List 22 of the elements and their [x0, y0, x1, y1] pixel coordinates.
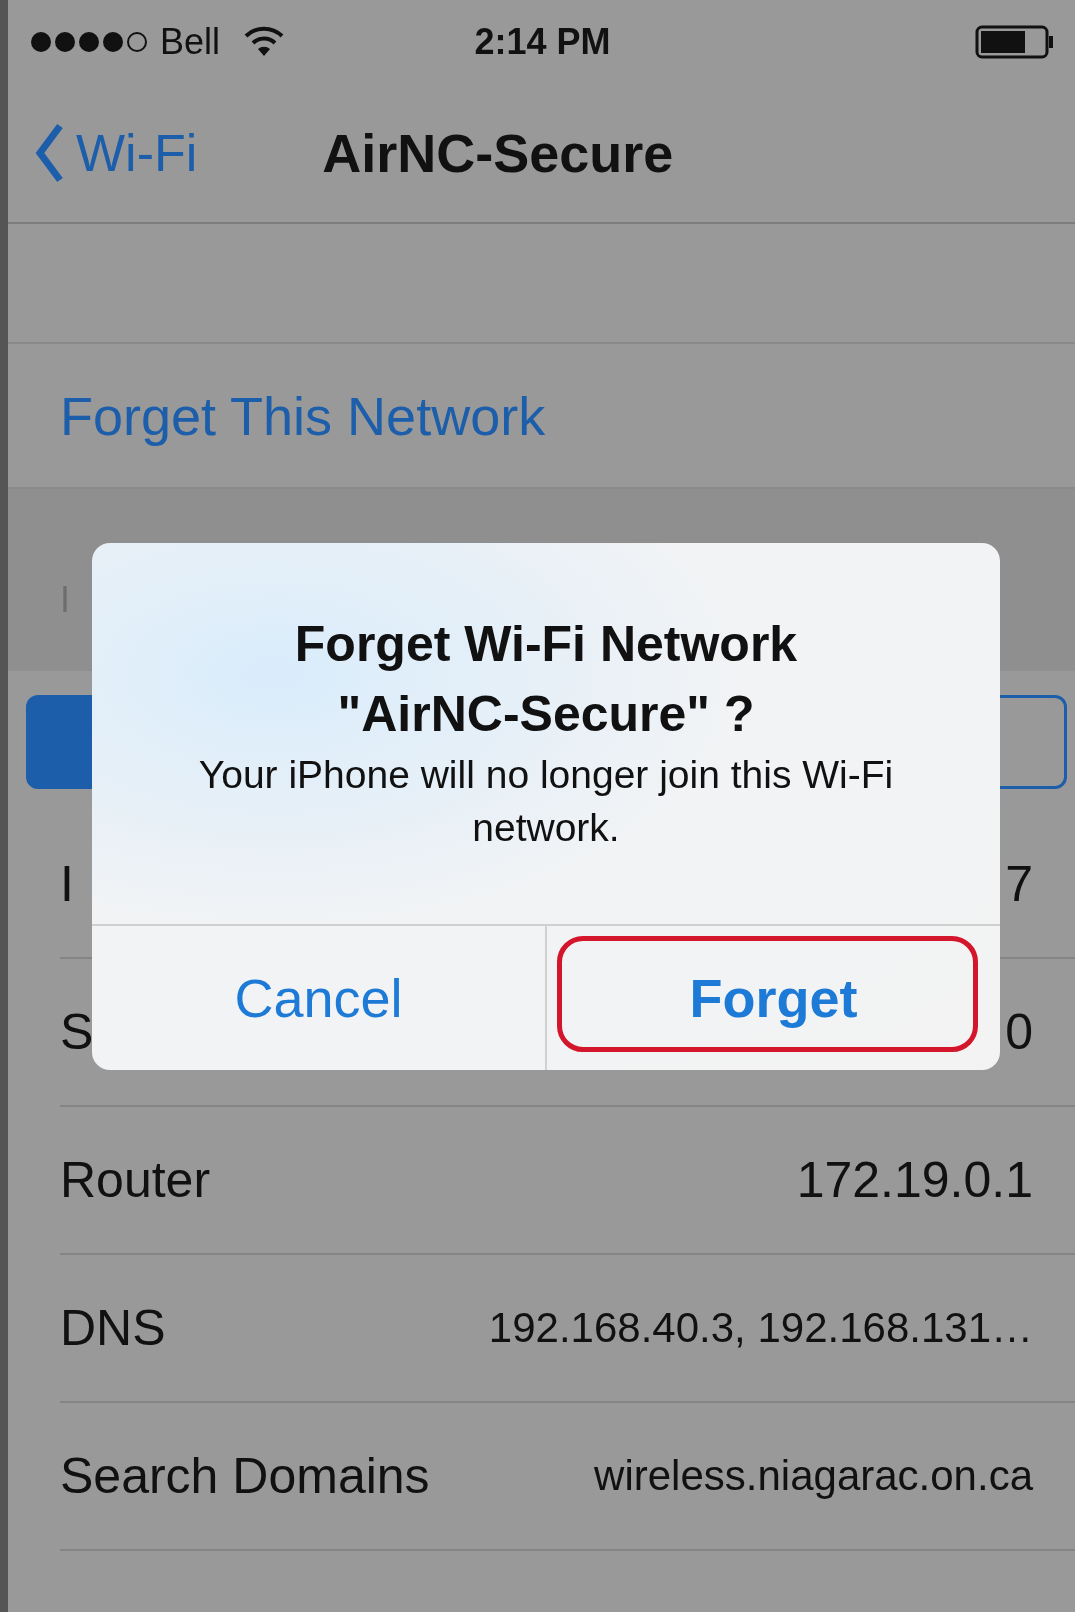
clock-time: 2:14 PM	[474, 21, 611, 63]
nav-title: AirNC-Secure	[322, 122, 674, 184]
forget-button[interactable]: Forget	[545, 926, 1000, 1071]
chevron-left-icon	[34, 122, 64, 184]
carrier-name: Bell	[160, 21, 221, 63]
row-value: 192.168.40.3, 192.168.131…	[488, 1304, 1033, 1352]
row-value: 0	[1005, 1003, 1033, 1061]
row-label: Router	[60, 1151, 211, 1209]
row-label: DNS	[60, 1299, 166, 1357]
row-label: Search Domains	[60, 1447, 430, 1505]
alert-title: Forget Wi-Fi Network "AirNC-Secure" ?	[293, 615, 799, 744]
cancel-button[interactable]: Cancel	[92, 926, 545, 1071]
back-button[interactable]: Wi-Fi	[8, 122, 198, 184]
row-label: S	[60, 1003, 94, 1061]
row-label: I	[60, 855, 74, 913]
row-value: 172.19.0.1	[796, 1151, 1033, 1209]
signal-icon	[30, 31, 150, 53]
row-value: 7	[1005, 855, 1033, 913]
row-value: wireless.niagarac.on.ca	[594, 1452, 1033, 1500]
wifi-icon	[244, 26, 285, 58]
alert-message: Your iPhone will no longer join this Wi-Fi network.	[197, 752, 895, 851]
battery-icon	[975, 25, 1055, 59]
